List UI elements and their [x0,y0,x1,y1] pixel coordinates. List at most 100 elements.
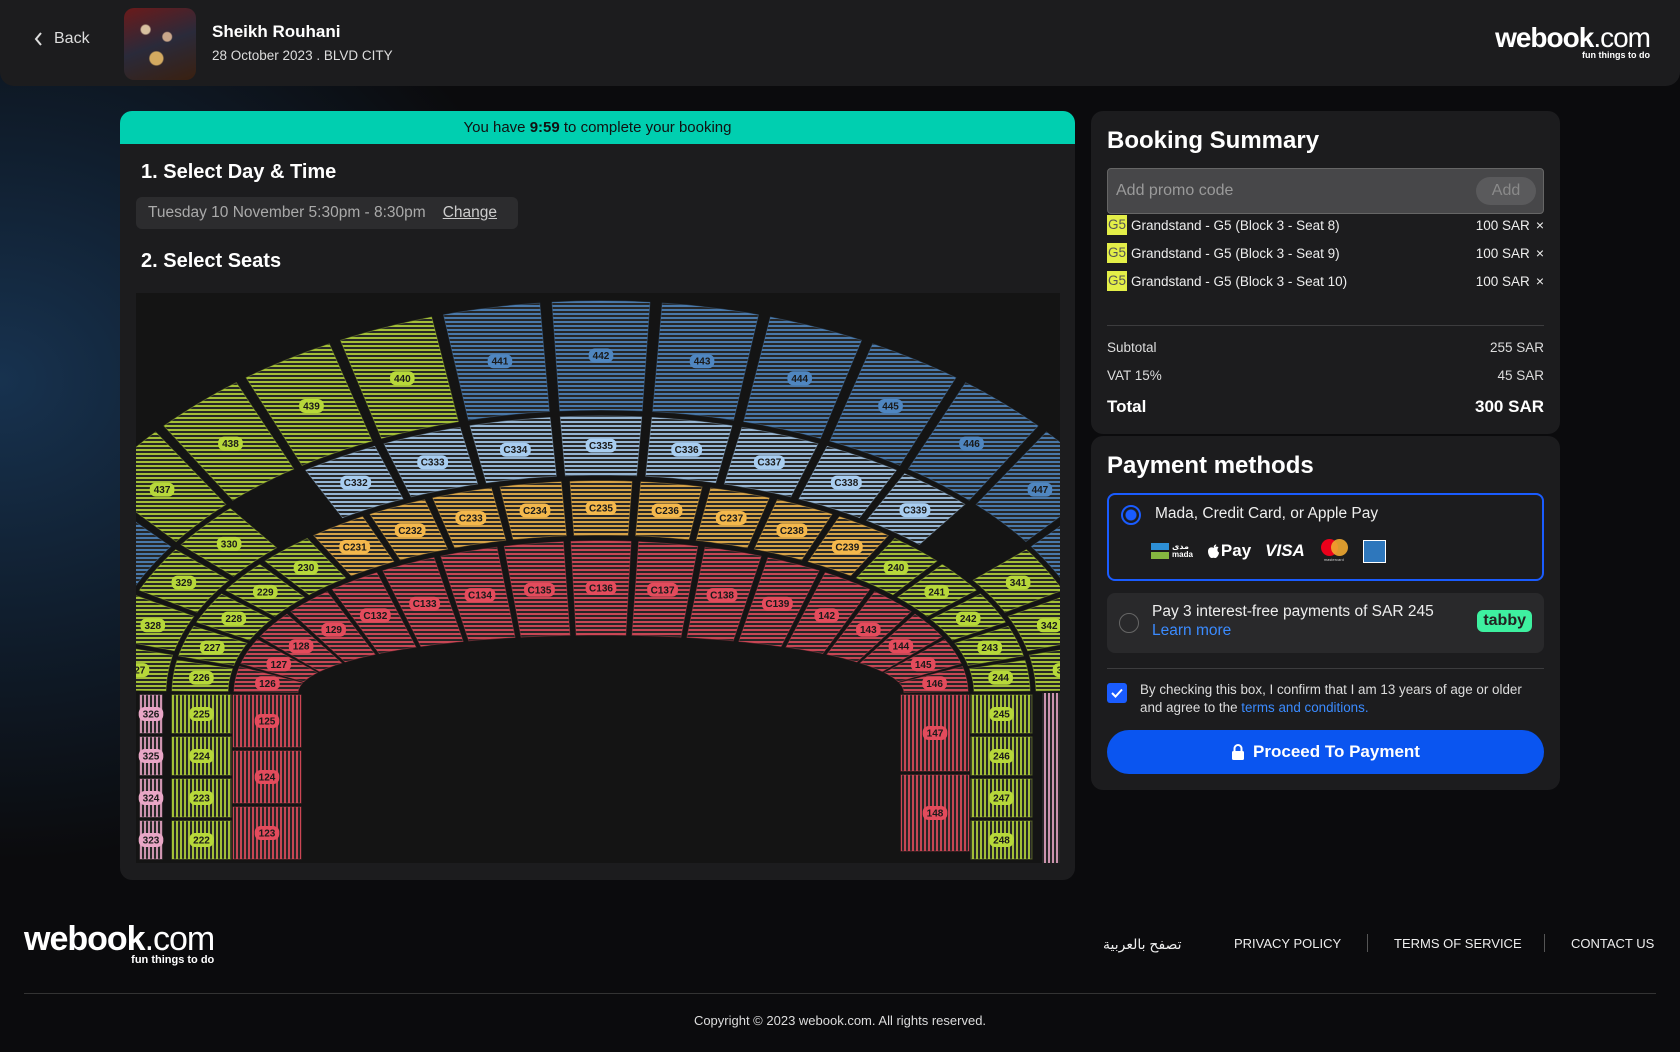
section-label: C335 [589,441,613,452]
radio-selected[interactable] [1121,505,1141,525]
remove-ticket-icon[interactable]: × [1536,245,1544,261]
learn-more-link[interactable]: Learn more [1152,622,1231,640]
tabby-option-label: Pay 3 interest-free payments of SAR 245 [1152,603,1434,620]
seat-section[interactable] [1042,693,1060,863]
section-label: 125 [259,717,276,728]
section-label: C233 [459,514,483,525]
section-label: C134 [468,591,492,602]
section-label: 243 [981,643,998,654]
ticket-item: G5 Grandstand - G5 (Block 3 - Seat 8) 100 … [1107,215,1544,235]
section-label: 327 [136,666,146,677]
section-label: 326 [143,710,160,721]
consent-checkbox[interactable] [1107,683,1127,703]
terms-link[interactable]: terms and conditions. [1241,700,1368,715]
total-value: 300 SAR [1475,397,1544,416]
footer-link-arabic[interactable]: تصفح بالعربية [1103,936,1182,953]
section-label: 328 [144,621,161,632]
booking-summary-card: Booking Summary Add G5Grandstand - G5 (B… [1091,111,1560,434]
ticket-label: Grandstand - G5 (Block 3 - Seat 8) [1131,217,1340,233]
section-label: 224 [193,752,210,763]
seat-badge: G5 [1107,215,1128,235]
section-label: 246 [993,752,1010,763]
consent-text: By checking this box, I confirm that I a… [1140,681,1545,717]
radio-unselected[interactable] [1119,613,1139,633]
section-label: C339 [903,506,927,517]
tabby-option-card[interactable]: Pay 3 interest-free payments of SAR 245 … [1107,593,1544,653]
section-label: 445 [882,402,899,413]
footer-separator [1544,934,1545,952]
section-label: 240 [888,563,905,574]
seat-map[interactable]: 126 127 128 129 C132 C133 C134 C135 C136 C137 C138… [136,293,1060,863]
section-label: 245 [993,710,1010,721]
ticket-price: 100 SAR [1475,217,1530,233]
footer-link-terms[interactable]: TERMS OF SERVICE [1394,936,1522,951]
section-label: 228 [225,614,242,625]
section-label: 123 [259,829,276,840]
event-subtitle: 28 October 2023 . BLVD CITY [212,48,393,63]
booking-summary-title: Booking Summary [1107,127,1320,154]
remove-ticket-icon[interactable]: × [1536,217,1544,233]
footer-link-contact[interactable]: CONTACT US [1571,936,1654,951]
subtotal-label: Subtotal [1107,340,1157,355]
footer-divider [24,993,1656,994]
card-logos: مدى mada Pay VISA mastercard [1151,539,1386,563]
section-label: 439 [303,402,320,413]
payment-methods-title: Payment methods [1107,452,1314,479]
section-label: C337 [757,458,781,469]
back-button[interactable]: Back [34,30,90,48]
subtotal-row: Subtotal 255 SAR [1107,340,1544,355]
section-label: 342 [1041,621,1058,632]
payment-option-label: Mada, Credit Card, or Apple Pay [1155,505,1379,522]
section-label: 148 [927,809,944,820]
section-label: 144 [893,642,910,653]
section-label: 440 [394,374,411,385]
section-label: 226 [193,673,210,684]
section-label: 325 [143,752,160,763]
remove-ticket-icon[interactable]: × [1536,273,1544,289]
footer-link-privacy[interactable]: PRIVACY POLICY [1234,936,1341,951]
section-label: 247 [993,794,1010,805]
promo-field: Add [1107,168,1544,214]
section-label: C338 [834,478,858,489]
section-label: 223 [193,794,210,805]
section-label: C234 [523,506,547,517]
footer-logo[interactable]: webook.com fun things to do [24,922,215,966]
section-label: C333 [421,458,445,469]
step2-title: 2. Select Seats [141,250,282,272]
section-label: C139 [765,599,789,610]
lock-icon [1232,744,1245,760]
timer-banner: You have 9:59 to complete your booking [120,111,1075,144]
section-label: C231 [343,543,367,554]
change-date-link[interactable]: Change [443,204,497,222]
vat-row: VAT 15% 45 SAR [1107,368,1544,383]
seat-badge: G5 [1107,243,1128,263]
section-label: 143 [860,625,877,636]
section-label: 129 [325,625,342,636]
step1-title: 1. Select Day & Time [141,161,337,183]
mastercard-logo: mastercard [1319,539,1349,563]
section-label: 444 [791,374,808,385]
vat-value: 45 SAR [1497,368,1544,383]
proceed-to-payment-button[interactable]: Proceed To Payment [1107,730,1544,774]
section-label: C334 [503,445,527,456]
selected-date-pill: Tuesday 10 November 5:30pm - 8:30pm Chan… [136,197,518,229]
section-label: 142 [818,611,835,622]
apple-icon [1207,543,1219,558]
vat-label: VAT 15% [1107,368,1162,383]
section-label: 343 [1057,666,1060,677]
proceed-label: Proceed To Payment [1253,742,1420,761]
booking-panel: You have 9:59 to complete your booking 1… [120,111,1075,880]
amex-logo [1362,539,1386,563]
promo-input[interactable] [1108,169,1448,213]
section-label: 225 [193,710,210,721]
promo-add-button[interactable]: Add [1476,177,1536,205]
timer-time: 9:59 [529,119,560,136]
payment-option-card[interactable]: Mada, Credit Card, or Apple Pay مدى mada … [1107,493,1544,581]
section-label: C232 [398,526,422,537]
webook-logo[interactable]: webook.com fun things to do [1495,24,1651,61]
subtotal-value: 255 SAR [1489,340,1544,355]
section-label: 127 [270,660,287,671]
section-label: C135 [527,585,551,596]
section-label: C138 [710,591,734,602]
section-label: 230 [298,563,315,574]
